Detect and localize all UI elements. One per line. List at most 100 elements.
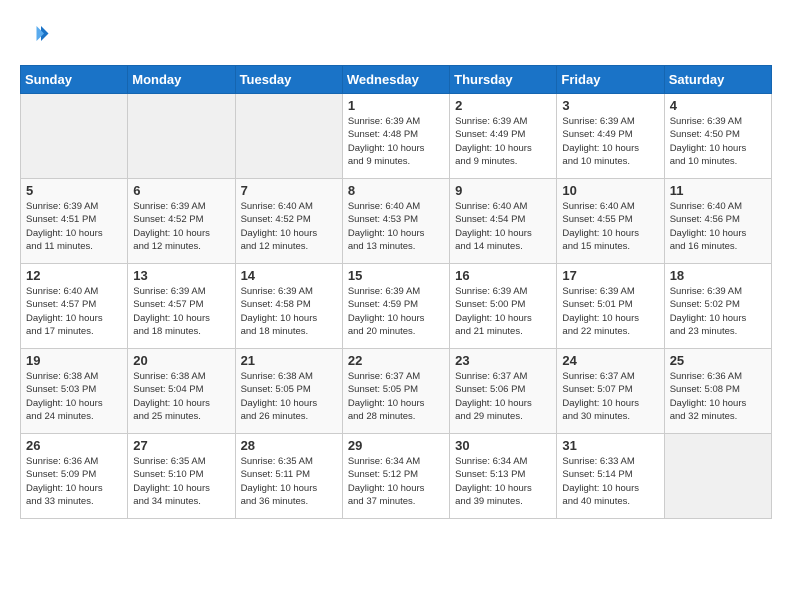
- day-cell: 27 Sunrise: 6:35 AM Sunset: 5:10 PM Dayli…: [128, 434, 235, 519]
- day-cell: 11 Sunrise: 6:40 AM Sunset: 4:56 PM Dayli…: [664, 179, 771, 264]
- day-cell: 12Sunrise: 6:40 AM Sunset: 4:57 PM Dayli…: [21, 264, 128, 349]
- day-info: Sunrise: 6:39 AM Sunset: 4:48 PM Dayligh…: [348, 115, 444, 168]
- day-number: 13: [133, 268, 229, 283]
- day-number: 27: [133, 438, 229, 453]
- day-info: Sunrise: 6:35 AM Sunset: 5:11 PM Dayligh…: [241, 455, 337, 508]
- day-cell: 6 Sunrise: 6:39 AM Sunset: 4:52 PM Daylig…: [128, 179, 235, 264]
- logo: [20, 20, 54, 50]
- day-cell: 23 Sunrise: 6:37 AM Sunset: 5:06 PM Dayli…: [450, 349, 557, 434]
- day-info: Sunrise: 6:39 AM Sunset: 4:59 PM Dayligh…: [348, 285, 444, 338]
- day-number: 22: [348, 353, 444, 368]
- day-cell: 15 Sunrise: 6:39 AM Sunset: 4:59 PM Dayli…: [342, 264, 449, 349]
- day-number: 30: [455, 438, 551, 453]
- day-cell: 7 Sunrise: 6:40 AM Sunset: 4:52 PM Daylig…: [235, 179, 342, 264]
- weekday-header-row: SundayMondayTuesdayWednesdayThursdayFrid…: [21, 66, 772, 94]
- day-cell: 25 Sunrise: 6:36 AM Sunset: 5:08 PM Dayli…: [664, 349, 771, 434]
- day-cell: 29 Sunrise: 6:34 AM Sunset: 5:12 PM Dayli…: [342, 434, 449, 519]
- weekday-header-saturday: Saturday: [664, 66, 771, 94]
- day-cell: 13Sunrise: 6:39 AM Sunset: 4:57 PM Dayli…: [128, 264, 235, 349]
- week-row-2: 5 Sunrise: 6:39 AM Sunset: 4:51 PM Daylig…: [21, 179, 772, 264]
- day-number: 23: [455, 353, 551, 368]
- day-info: Sunrise: 6:34 AM Sunset: 5:13 PM Dayligh…: [455, 455, 551, 508]
- day-cell: 26 Sunrise: 6:36 AM Sunset: 5:09 PM Dayli…: [21, 434, 128, 519]
- weekday-header-wednesday: Wednesday: [342, 66, 449, 94]
- day-number: 12: [26, 268, 122, 283]
- day-info: Sunrise: 6:40 AM Sunset: 4:52 PM Dayligh…: [241, 200, 337, 253]
- day-info: Sunrise: 6:40 AM Sunset: 4:54 PM Dayligh…: [455, 200, 551, 253]
- day-info: Sunrise: 6:39 AM Sunset: 5:02 PM Dayligh…: [670, 285, 766, 338]
- day-info: Sunrise: 6:36 AM Sunset: 5:09 PM Dayligh…: [26, 455, 122, 508]
- day-cell: 18 Sunrise: 6:39 AM Sunset: 5:02 PM Dayli…: [664, 264, 771, 349]
- day-number: 14: [241, 268, 337, 283]
- day-info: Sunrise: 6:39 AM Sunset: 4:52 PM Dayligh…: [133, 200, 229, 253]
- day-cell: 19 Sunrise: 6:38 AM Sunset: 5:03 PM Dayli…: [21, 349, 128, 434]
- day-info: Sunrise: 6:39 AM Sunset: 4:51 PM Dayligh…: [26, 200, 122, 253]
- day-info: Sunrise: 6:40 AM Sunset: 4:53 PM Dayligh…: [348, 200, 444, 253]
- day-cell: 14Sunrise: 6:39 AM Sunset: 4:58 PM Dayli…: [235, 264, 342, 349]
- week-row-4: 19 Sunrise: 6:38 AM Sunset: 5:03 PM Dayli…: [21, 349, 772, 434]
- day-number: 24: [562, 353, 658, 368]
- day-info: Sunrise: 6:39 AM Sunset: 4:49 PM Dayligh…: [455, 115, 551, 168]
- day-cell: 30 Sunrise: 6:34 AM Sunset: 5:13 PM Dayli…: [450, 434, 557, 519]
- day-number: 8: [348, 183, 444, 198]
- day-number: 2: [455, 98, 551, 113]
- day-cell: 17 Sunrise: 6:39 AM Sunset: 5:01 PM Dayli…: [557, 264, 664, 349]
- day-number: 6: [133, 183, 229, 198]
- weekday-header-tuesday: Tuesday: [235, 66, 342, 94]
- day-info: Sunrise: 6:39 AM Sunset: 5:00 PM Dayligh…: [455, 285, 551, 338]
- day-info: Sunrise: 6:34 AM Sunset: 5:12 PM Dayligh…: [348, 455, 444, 508]
- logo-icon: [20, 20, 50, 50]
- day-number: 3: [562, 98, 658, 113]
- day-info: Sunrise: 6:39 AM Sunset: 4:50 PM Dayligh…: [670, 115, 766, 168]
- day-cell: 3 Sunrise: 6:39 AM Sunset: 4:49 PM Daylig…: [557, 94, 664, 179]
- week-row-3: 12Sunrise: 6:40 AM Sunset: 4:57 PM Dayli…: [21, 264, 772, 349]
- day-number: 11: [670, 183, 766, 198]
- day-info: Sunrise: 6:40 AM Sunset: 4:56 PM Dayligh…: [670, 200, 766, 253]
- day-info: Sunrise: 6:38 AM Sunset: 5:05 PM Dayligh…: [241, 370, 337, 423]
- day-cell: 20 Sunrise: 6:38 AM Sunset: 5:04 PM Dayli…: [128, 349, 235, 434]
- day-number: 15: [348, 268, 444, 283]
- day-cell: 22 Sunrise: 6:37 AM Sunset: 5:05 PM Dayli…: [342, 349, 449, 434]
- day-cell: 16Sunrise: 6:39 AM Sunset: 5:00 PM Dayli…: [450, 264, 557, 349]
- day-cell: 31 Sunrise: 6:33 AM Sunset: 5:14 PM Dayli…: [557, 434, 664, 519]
- weekday-header-monday: Monday: [128, 66, 235, 94]
- page: SundayMondayTuesdayWednesdayThursdayFrid…: [0, 0, 792, 529]
- day-info: Sunrise: 6:35 AM Sunset: 5:10 PM Dayligh…: [133, 455, 229, 508]
- day-info: Sunrise: 6:37 AM Sunset: 5:05 PM Dayligh…: [348, 370, 444, 423]
- day-info: Sunrise: 6:40 AM Sunset: 4:55 PM Dayligh…: [562, 200, 658, 253]
- day-cell: 9 Sunrise: 6:40 AM Sunset: 4:54 PM Daylig…: [450, 179, 557, 264]
- day-cell: 5 Sunrise: 6:39 AM Sunset: 4:51 PM Daylig…: [21, 179, 128, 264]
- day-info: Sunrise: 6:33 AM Sunset: 5:14 PM Dayligh…: [562, 455, 658, 508]
- day-number: 31: [562, 438, 658, 453]
- day-info: Sunrise: 6:37 AM Sunset: 5:07 PM Dayligh…: [562, 370, 658, 423]
- day-info: Sunrise: 6:39 AM Sunset: 4:49 PM Dayligh…: [562, 115, 658, 168]
- day-cell: [235, 94, 342, 179]
- day-number: 5: [26, 183, 122, 198]
- day-info: Sunrise: 6:37 AM Sunset: 5:06 PM Dayligh…: [455, 370, 551, 423]
- week-row-1: 1 Sunrise: 6:39 AM Sunset: 4:48 PM Daylig…: [21, 94, 772, 179]
- day-info: Sunrise: 6:38 AM Sunset: 5:03 PM Dayligh…: [26, 370, 122, 423]
- weekday-header-sunday: Sunday: [21, 66, 128, 94]
- day-info: Sunrise: 6:39 AM Sunset: 5:01 PM Dayligh…: [562, 285, 658, 338]
- day-number: 9: [455, 183, 551, 198]
- day-number: 26: [26, 438, 122, 453]
- day-number: 18: [670, 268, 766, 283]
- day-number: 1: [348, 98, 444, 113]
- day-number: 7: [241, 183, 337, 198]
- header: [20, 20, 772, 50]
- day-number: 17: [562, 268, 658, 283]
- day-number: 19: [26, 353, 122, 368]
- day-cell: [664, 434, 771, 519]
- day-cell: [21, 94, 128, 179]
- day-cell: 28Sunrise: 6:35 AM Sunset: 5:11 PM Dayli…: [235, 434, 342, 519]
- day-number: 29: [348, 438, 444, 453]
- day-number: 21: [241, 353, 337, 368]
- day-number: 25: [670, 353, 766, 368]
- day-info: Sunrise: 6:38 AM Sunset: 5:04 PM Dayligh…: [133, 370, 229, 423]
- week-row-5: 26 Sunrise: 6:36 AM Sunset: 5:09 PM Dayli…: [21, 434, 772, 519]
- calendar: SundayMondayTuesdayWednesdayThursdayFrid…: [20, 65, 772, 519]
- day-number: 20: [133, 353, 229, 368]
- day-info: Sunrise: 6:36 AM Sunset: 5:08 PM Dayligh…: [670, 370, 766, 423]
- day-cell: 8 Sunrise: 6:40 AM Sunset: 4:53 PM Daylig…: [342, 179, 449, 264]
- day-cell: 24 Sunrise: 6:37 AM Sunset: 5:07 PM Dayli…: [557, 349, 664, 434]
